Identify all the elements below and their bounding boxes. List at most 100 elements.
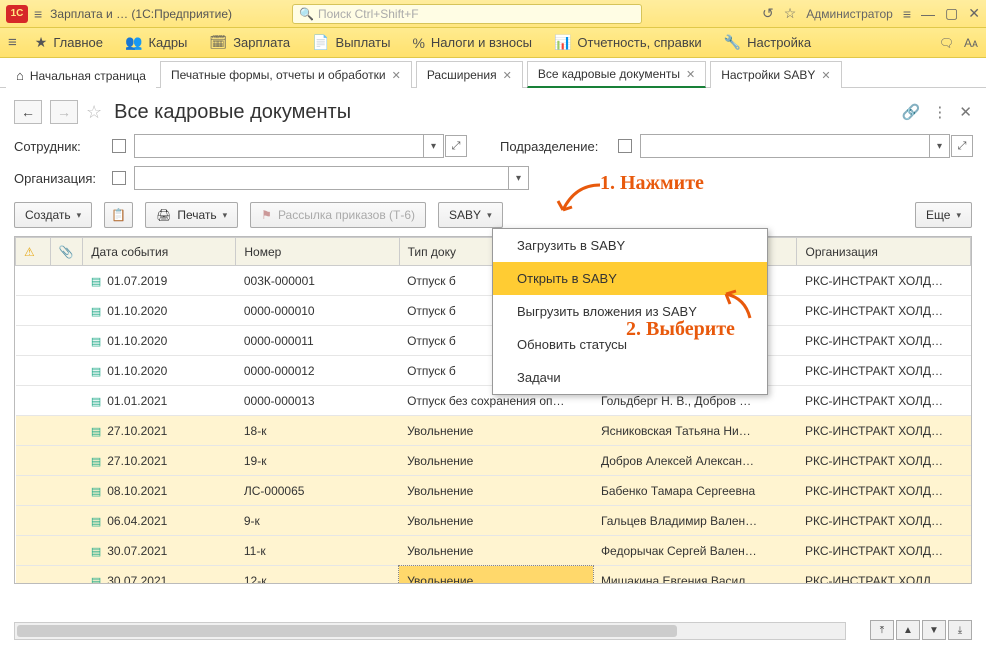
menu-icon[interactable]: ≡ [8,34,17,51]
chevron-down-icon: ▾ [487,210,492,221]
kebab-icon[interactable]: ⋮ [932,103,947,121]
dept-checkbox[interactable] [618,139,632,153]
clipboard-icon: 📋 [111,208,126,222]
col-warn: ⚠ [16,238,51,266]
close-page-icon[interactable]: ✕ [959,103,972,121]
chevron-down-icon: ▾ [77,210,82,221]
menu-item[interactable]: 👥Кадры [125,34,187,51]
document-icon: ▤ [91,456,101,468]
menu-icon: 👥 [125,34,142,51]
employee-checkbox[interactable] [112,139,126,153]
close-tab-icon[interactable]: ✕ [503,69,512,82]
warning-icon: ⚠ [24,245,35,259]
expand-icon[interactable]: ⤢ [445,135,467,157]
menu-item[interactable]: 📊Отчетность, справки [554,34,702,51]
menu-item[interactable]: 📄Выплаты [312,34,390,51]
saby-menu-item[interactable]: Загрузить в SABY [493,229,767,262]
flag-icon: ⚑ [261,208,272,222]
favorite-icon[interactable]: ☆ [784,5,797,22]
scroll-buttons: ⤒ ▲ ▼ ⤓ [870,620,972,640]
saby-menu-item[interactable]: Задачи [493,361,767,394]
page-star-icon[interactable]: ☆ [86,102,102,123]
table-row[interactable]: ▤30.07.202112-кУвольнениеМишакина Евгени… [16,566,971,585]
org-input[interactable]: ▾ [134,166,529,190]
scroll-up-icon[interactable]: ▲ [896,620,920,640]
col-clip: 📎 [50,238,83,266]
scroll-bottom-icon[interactable]: ⤓ [948,620,972,640]
arrow-1-icon [555,180,605,220]
document-tabs: ⌂ Начальная страница Печатные формы, отч… [0,58,986,88]
close-tab-icon[interactable]: ✕ [821,69,830,82]
create-button[interactable]: Создать▾ [14,202,92,228]
menu-item[interactable]: 🗓Зарплата [209,34,290,51]
close-tab-icon[interactable]: ✕ [392,69,401,82]
minimize-icon[interactable]: — [921,6,935,22]
tab[interactable]: Расширения✕ [416,61,523,88]
page-header: ← → ☆ Все кадровые документы 🔗 ⋮ ✕ [0,88,986,130]
scroll-down-icon[interactable]: ▼ [922,620,946,640]
document-icon: ▤ [91,366,101,378]
nav-back-button[interactable]: ← [14,100,42,124]
close-tab-icon[interactable]: ✕ [686,68,695,81]
table-row[interactable]: ▤30.07.202111-кУвольнениеФедорычак Серге… [16,536,971,566]
menu-item[interactable]: ★Главное [35,34,103,51]
menu-icon: 📊 [554,34,571,51]
menu-icon: 📄 [312,34,329,51]
menu-item[interactable]: 🔧Настройка [724,34,811,51]
tab[interactable]: Печатные формы, отчеты и обработки✕ [160,61,412,88]
history-icon[interactable]: ↺ [762,5,774,22]
print-button[interactable]: 🖨 Печать▾ [145,202,238,228]
chevron-down-icon[interactable]: ▾ [508,167,528,189]
document-icon: ▤ [91,276,101,288]
document-icon: ▤ [91,576,101,585]
printer-icon: 🖨 [156,208,171,222]
maximize-icon[interactable]: ▢ [945,5,958,22]
document-icon: ▤ [91,426,101,438]
dept-input[interactable]: ▾ ⤢ [640,134,950,158]
menu-item[interactable]: %Налоги и взносы [412,35,532,51]
table-row[interactable]: ▤08.10.2021ЛС-000065УвольнениеБабенко Та… [16,476,971,506]
user-label[interactable]: Администратор [806,7,893,21]
annotation-2: 2. Выберите [626,318,735,341]
expand-icon[interactable]: ⤢ [951,135,973,157]
tab-home[interactable]: ⌂ Начальная страница [6,63,156,88]
document-icon: ▤ [91,306,101,318]
nav-forward-button[interactable]: → [50,100,78,124]
home-icon: ⌂ [16,68,24,83]
forum-icon[interactable]: 🗨 [939,36,954,50]
clipboard-button[interactable]: 📋 [104,202,133,228]
chevron-down-icon: ▾ [223,210,228,221]
horizontal-scrollbar[interactable] [14,622,846,640]
tab[interactable]: Все кадровые документы✕ [527,61,706,88]
table-row[interactable]: ▤27.10.202118-кУвольнениеЯсниковская Тат… [16,416,971,446]
col-date[interactable]: Дата события [83,238,236,266]
more-button[interactable]: Еще▾ [915,202,972,228]
close-window-icon[interactable]: ✕ [968,5,980,22]
global-search[interactable]: 🔍 Поиск Ctrl+Shift+F [292,4,642,24]
settings-lines-icon[interactable]: ≡ [903,6,911,22]
scroll-top-icon[interactable]: ⤒ [870,620,894,640]
link-icon[interactable]: 🔗 [902,103,921,121]
table-row[interactable]: ▤27.10.202119-кУвольнениеДобров Алексей … [16,446,971,476]
employee-input[interactable]: ▾ ⤢ [134,134,444,158]
col-org[interactable]: Организация [797,238,971,266]
col-num[interactable]: Номер [236,238,399,266]
saby-button[interactable]: SABY▾ [438,202,503,228]
titlebar: 1C ≡ Зарплата и … (1С:Предприятие) 🔍 Пои… [0,0,986,28]
document-icon: ▤ [91,336,101,348]
clip-icon: 📎 [59,245,74,259]
document-icon: ▤ [91,396,101,408]
document-icon: ▤ [91,486,101,498]
main-menu: ≡ ★Главное 👥Кадры 🗓Зарплата 📄Выплаты %Налоги… [0,28,986,58]
menu-icon: % [412,35,424,51]
chevron-down-icon[interactable]: ▾ [929,135,949,157]
org-checkbox[interactable] [112,171,126,185]
chevron-down-icon[interactable]: ▾ [423,135,443,157]
hamburger-icon[interactable]: ≡ [34,6,42,22]
text-size-icon[interactable]: Aᴀ [964,36,978,50]
mailing-button[interactable]: ⚑ Рассылка приказов (Т-6) [250,202,426,228]
scrollbar-thumb[interactable] [17,625,677,637]
logo-1c: 1C [6,5,28,23]
tab[interactable]: Настройки SABY✕ [710,61,841,88]
table-row[interactable]: ▤06.04.20219-кУвольнениеГальцев Владимир… [16,506,971,536]
